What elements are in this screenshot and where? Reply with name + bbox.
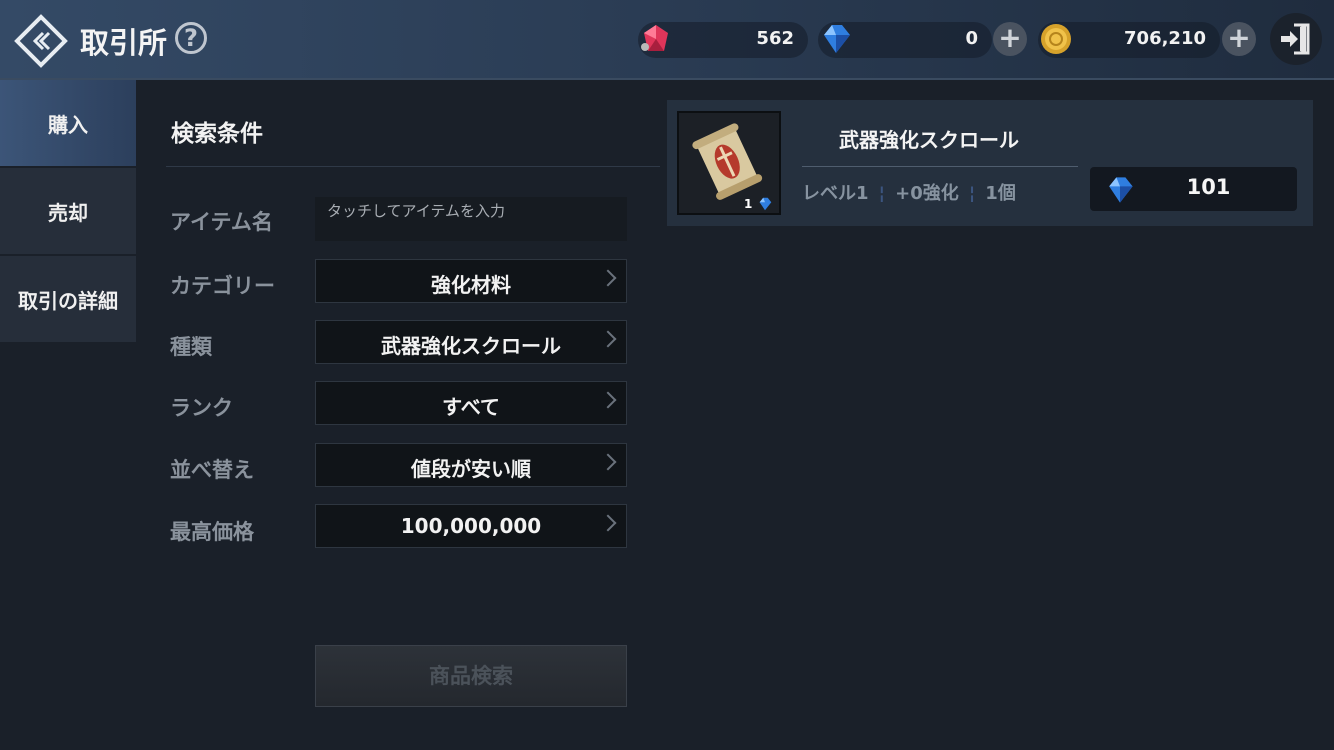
item-name-label: アイテム名 [170, 210, 273, 234]
back-arrow-icon [14, 14, 68, 68]
diamond-currency: 0 [818, 22, 992, 58]
sort-value: 値段が安い順 [411, 457, 531, 481]
item-price: 101 [1090, 167, 1297, 211]
rank-value: すべて [442, 395, 500, 419]
item-count: 1個 [985, 183, 1016, 204]
max-price-field[interactable]: 100,000,000 [315, 504, 627, 548]
divider [802, 166, 1078, 167]
sort-label: 並べ替え [170, 458, 254, 482]
type-value: 武器強化スクロール [381, 334, 561, 358]
tab-sell[interactable]: 売却 [0, 168, 136, 254]
tab-trade-details[interactable]: 取引の詳細 [0, 256, 136, 342]
page-title: 取引所 [80, 26, 168, 60]
ruby-amount: 562 [756, 28, 794, 49]
exit-door-icon [1281, 23, 1310, 55]
blue-diamond-icon [759, 197, 772, 211]
divider [166, 166, 660, 167]
add-gold-button[interactable]: + [1222, 22, 1256, 56]
item-enhance-level: +0強化 [895, 183, 959, 204]
rank-select[interactable]: すべて [315, 381, 627, 425]
side-tabs: 購入 売却 取引の詳細 [0, 80, 136, 344]
category-select[interactable]: 強化材料 [315, 259, 627, 303]
item-details: レベル1 ¦ +0強化 ¦ 1個 [802, 183, 1016, 204]
gold-currency: 706,210 [1038, 22, 1220, 58]
item-name: 武器強化スクロール [839, 128, 1019, 152]
sort-select[interactable]: 値段が安い順 [315, 443, 627, 487]
search-button[interactable]: 商品検索 [315, 645, 627, 707]
red-gem-icon [641, 25, 668, 51]
category-label: カテゴリー [170, 274, 275, 298]
type-select[interactable]: 武器強化スクロール [315, 320, 627, 364]
max-price-value: 100,000,000 [400, 514, 542, 538]
gold-amount: 706,210 [1124, 28, 1206, 49]
rank-label: ランク [170, 396, 233, 420]
item-level: レベル1 [802, 183, 869, 204]
help-button[interactable]: ? [175, 22, 207, 54]
tab-buy[interactable]: 購入 [0, 80, 136, 166]
gold-coin-icon [1041, 24, 1071, 54]
search-conditions-title: 検索条件 [171, 121, 263, 147]
ruby-currency: 562 [638, 22, 808, 58]
top-bar: 取引所 ? 562 0 + 706,210 + [0, 0, 1334, 80]
item-thumbnail: 1 [677, 111, 781, 215]
item-name-input[interactable] [315, 197, 627, 241]
back-button[interactable] [14, 14, 68, 68]
item-price-value: 101 [1186, 175, 1231, 199]
exit-button[interactable] [1270, 13, 1322, 65]
item-quantity: 1 [744, 197, 753, 211]
category-value: 強化材料 [431, 273, 511, 297]
diamond-amount: 0 [965, 28, 978, 49]
type-label: 種類 [170, 335, 212, 359]
blue-diamond-icon [824, 25, 850, 53]
list-item[interactable]: 1 武器強化スクロール レベル1 ¦ +0強化 ¦ 1個 101 [667, 100, 1313, 226]
add-diamond-button[interactable]: + [993, 22, 1027, 56]
max-price-label: 最高価格 [170, 520, 254, 544]
